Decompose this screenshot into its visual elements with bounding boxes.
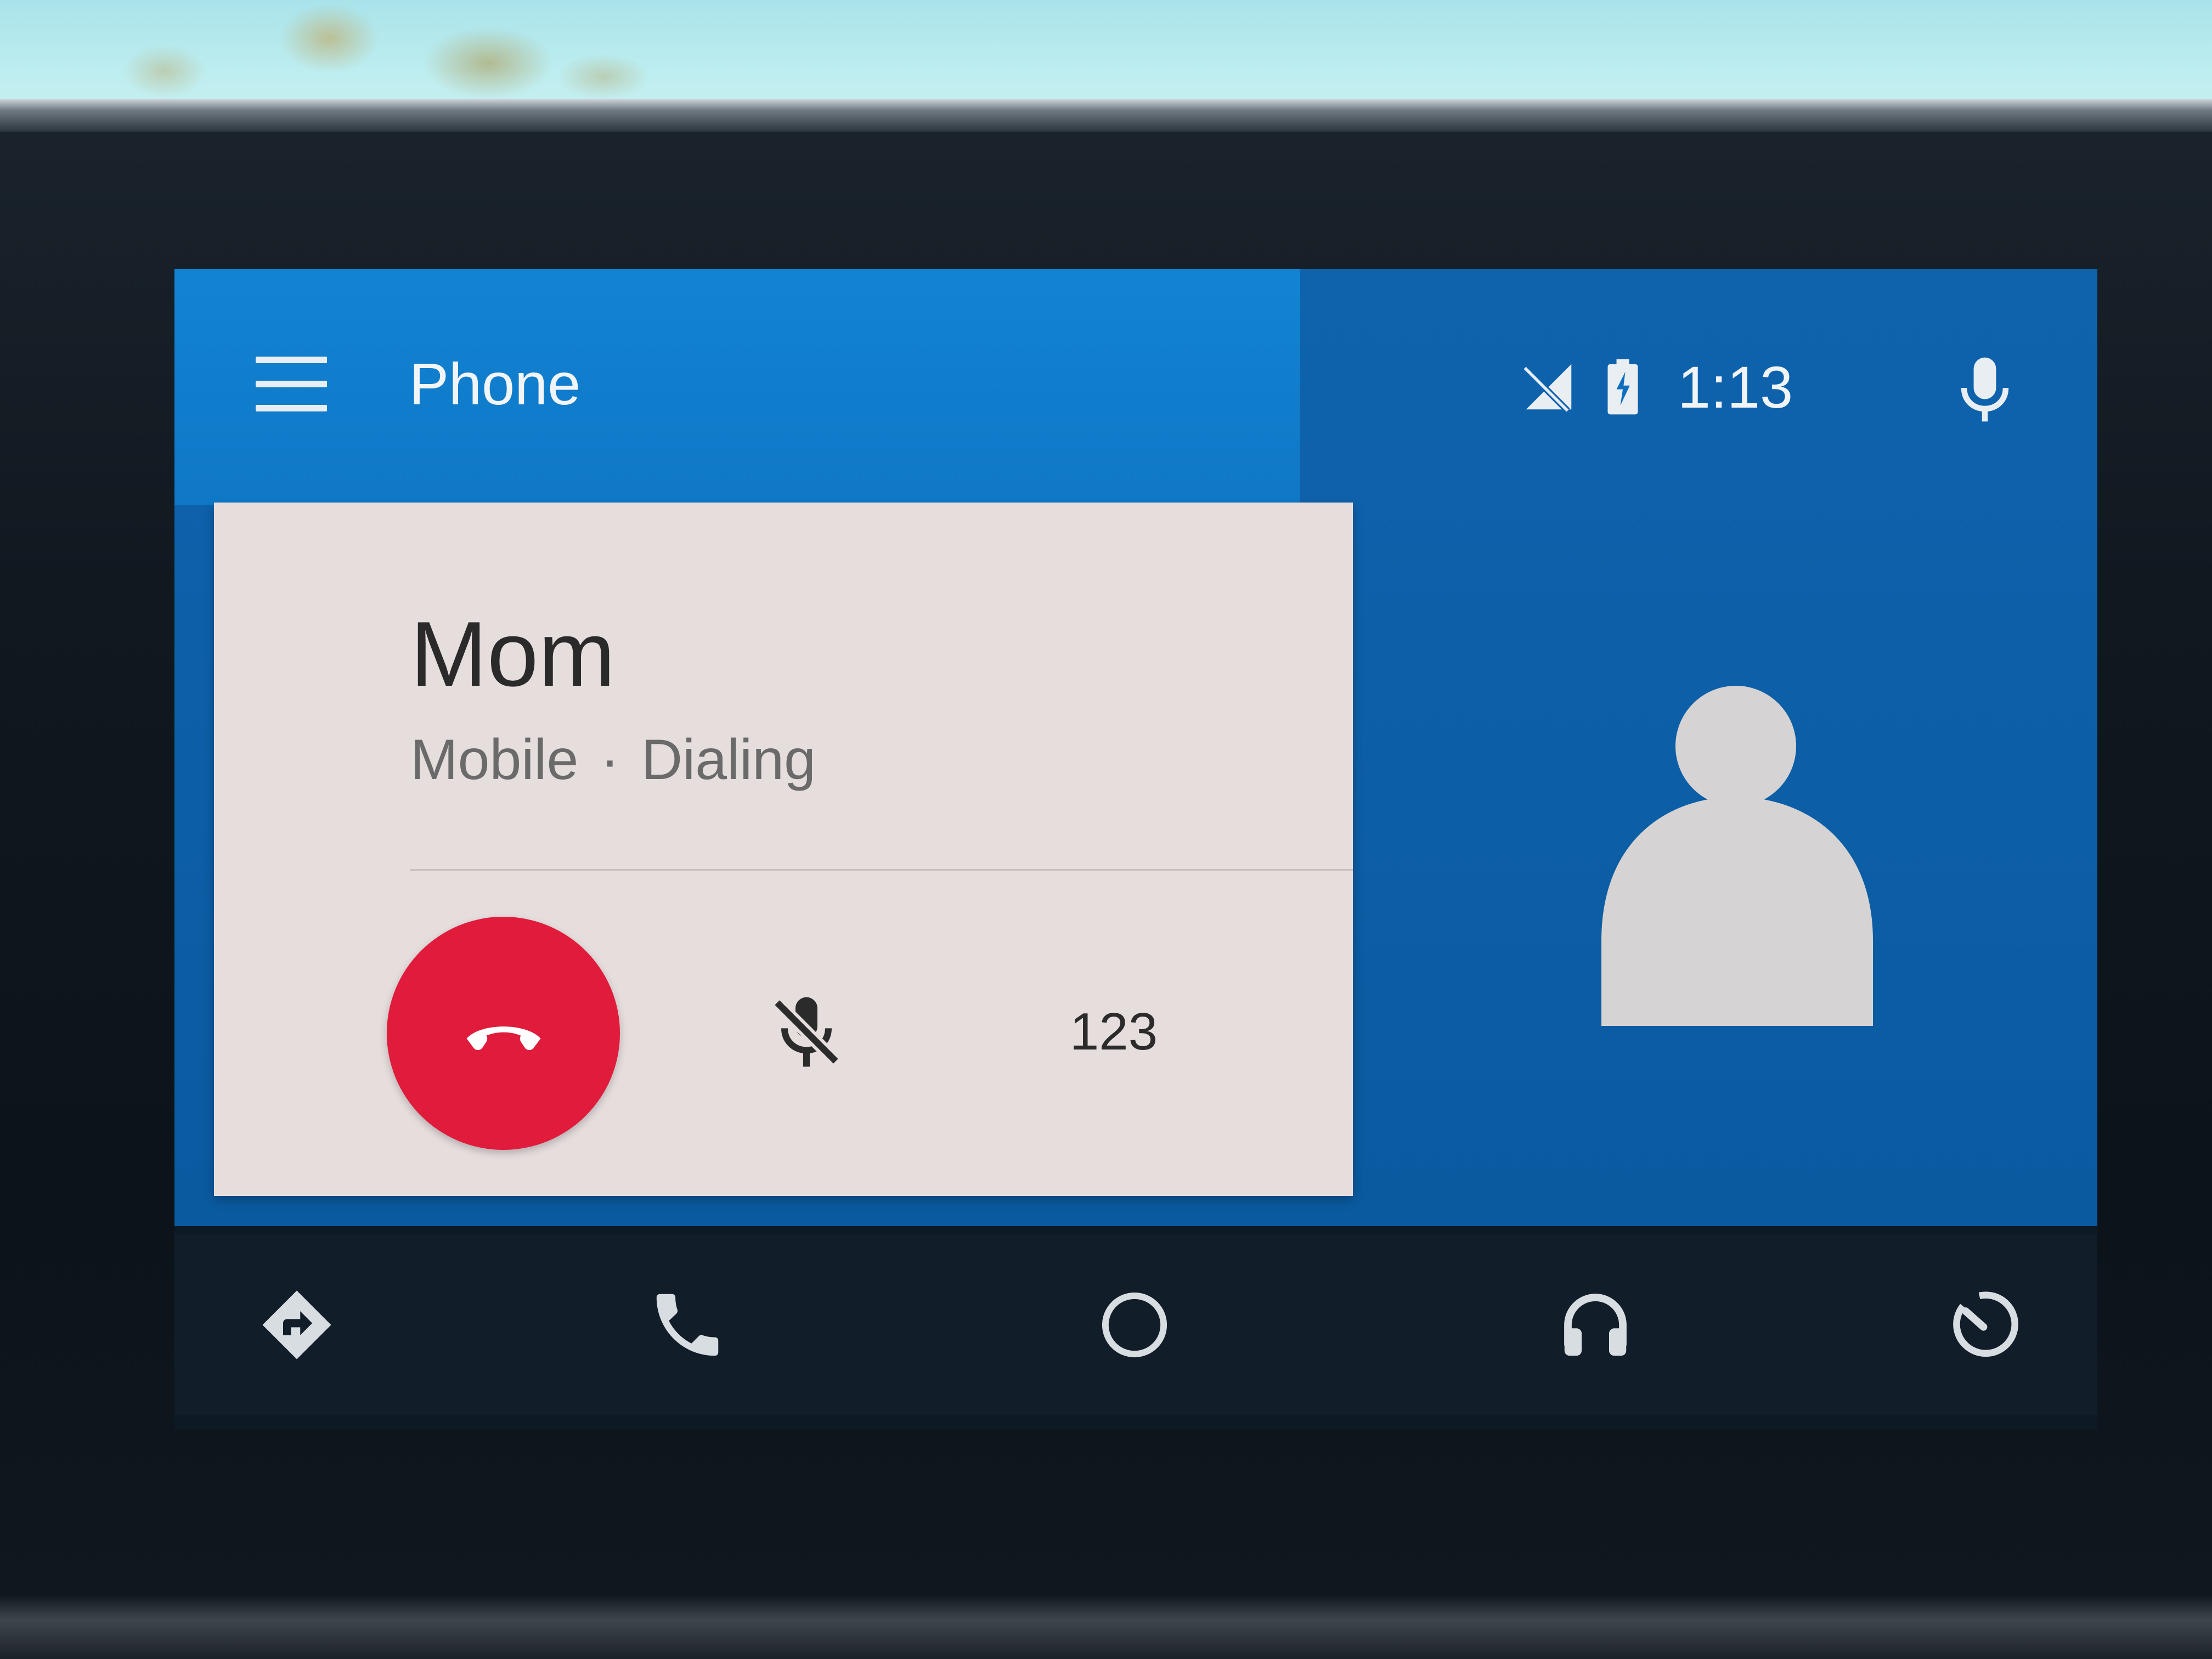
navigation-icon xyxy=(262,1290,331,1359)
bezel-bottom-edge xyxy=(0,1594,2212,1659)
keypad-button[interactable]: 123 xyxy=(1048,988,1180,1076)
end-call-icon xyxy=(466,1026,540,1050)
status-bar: 1:13 xyxy=(1519,351,1793,422)
nav-item-navigation[interactable] xyxy=(256,1284,338,1366)
nav-item-phone[interactable] xyxy=(646,1284,729,1366)
no-signal-icon xyxy=(1522,364,1572,413)
call-details: Mobile · Dialing xyxy=(410,727,816,793)
menu-icon[interactable] xyxy=(256,357,327,411)
card-divider xyxy=(410,869,1353,871)
number-type: Mobile xyxy=(410,728,579,792)
mic-off-icon[interactable] xyxy=(763,988,850,1076)
nav-item-media[interactable] xyxy=(1554,1284,1637,1366)
clock: 1:13 xyxy=(1678,353,1793,420)
dashboard-icon xyxy=(1953,1291,2018,1357)
home-icon xyxy=(1102,1292,1167,1358)
foliage-background xyxy=(110,0,658,104)
app-title: Phone xyxy=(409,351,581,417)
end-call-button[interactable] xyxy=(387,917,620,1150)
microphone-icon[interactable] xyxy=(1946,351,2023,428)
caller-name: Mom xyxy=(410,602,616,706)
android-auto-screen: Phone 1:13 Mom Mobile · Dialing 123 xyxy=(174,269,2097,1429)
app-header xyxy=(174,269,1300,505)
battery-charging-icon xyxy=(1607,359,1638,415)
nav-item-home[interactable] xyxy=(1093,1284,1176,1366)
call-status: Dialing xyxy=(641,728,816,792)
person-icon xyxy=(1601,686,1873,1026)
phone-app-area: Phone 1:13 Mom Mobile · Dialing 123 xyxy=(174,269,2097,1226)
meta-separator: · xyxy=(600,728,620,792)
headphones-icon xyxy=(1564,1294,1627,1356)
nav-item-overview[interactable] xyxy=(1938,1284,2021,1366)
call-card: Mom Mobile · Dialing 123 xyxy=(214,503,1353,1196)
phone-icon xyxy=(656,1294,719,1356)
nav-bar xyxy=(174,1234,2097,1415)
